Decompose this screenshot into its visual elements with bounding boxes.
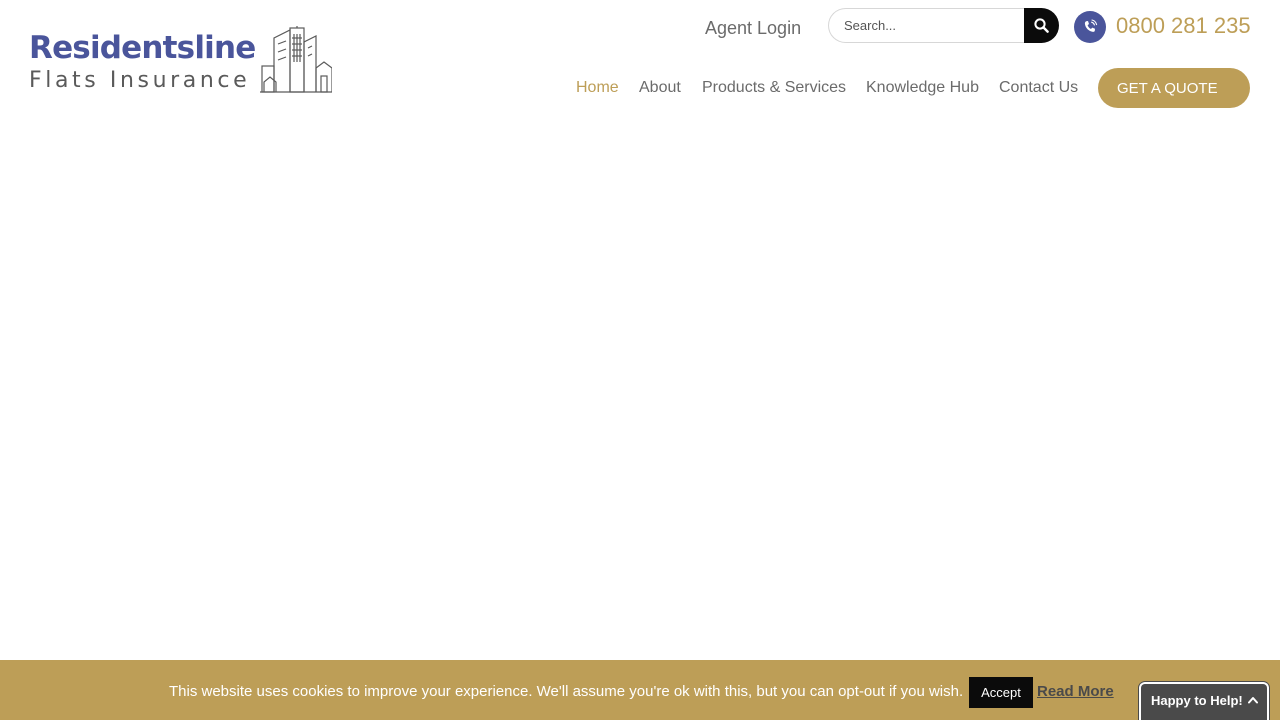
phone-number-link[interactable]: 0800 281 235 (1116, 13, 1251, 39)
phone-icon-badge[interactable] (1074, 11, 1106, 43)
search-button[interactable] (1024, 8, 1059, 43)
cookie-consent-bar: This website uses cookies to improve you… (0, 660, 1280, 720)
agent-login-link[interactable]: Agent Login (705, 17, 801, 39)
phone-icon (1084, 19, 1098, 32)
nav-item-about[interactable]: About (639, 77, 681, 99)
logo-tagline: Flats Insurance (29, 68, 251, 93)
cookie-message: This website uses cookies to improve you… (169, 683, 964, 700)
nav-item-contact-us[interactable]: Contact Us (999, 77, 1078, 99)
get-a-quote-button[interactable]: GET A QUOTE (1098, 68, 1250, 108)
cookie-read-more-link[interactable]: Read More (1037, 683, 1114, 701)
city-buildings-icon (260, 26, 332, 93)
search-input[interactable] (828, 8, 1024, 43)
logo-wordmark: Residentsline (29, 30, 256, 66)
cookie-accept-button[interactable]: Accept (969, 677, 1033, 708)
nav-item-products-services[interactable]: Products & Services (702, 77, 846, 99)
search-form (828, 8, 1059, 43)
search-icon (1034, 18, 1049, 33)
nav-item-knowledge-hub[interactable]: Knowledge Hub (866, 77, 979, 99)
nav-item-home[interactable]: Home (576, 77, 619, 99)
help-widget-label: Happy to Help! (1151, 693, 1243, 708)
site-logo[interactable]: Residentsline Flats Insurance (28, 26, 333, 96)
help-chat-widget[interactable]: Happy to Help! (1139, 682, 1269, 720)
page: Residentsline Flats Insurance Agent Logi… (0, 0, 1280, 720)
chevron-up-icon (1248, 697, 1258, 704)
